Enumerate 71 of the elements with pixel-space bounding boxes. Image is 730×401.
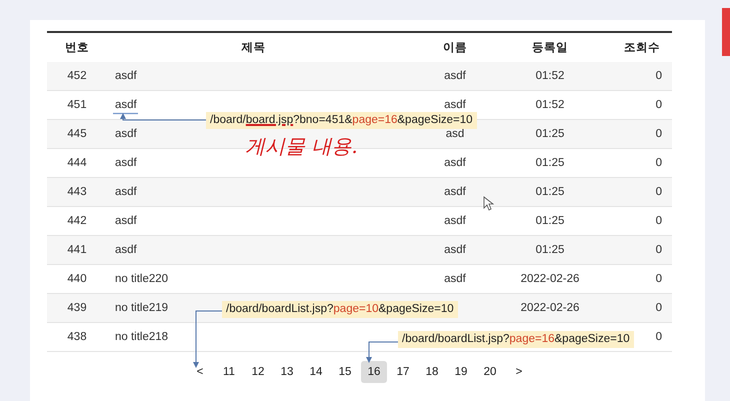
table-cell: 440 xyxy=(67,273,87,285)
page-button[interactable]: 13 xyxy=(274,361,300,383)
page-button[interactable]: 12 xyxy=(245,361,271,383)
url-callout: /board/boardList.jsp?page=10&pageSize=10 xyxy=(222,301,458,318)
table-cell: 0 xyxy=(656,273,662,285)
column-header: 번호 xyxy=(64,41,90,55)
table-cell: 0 xyxy=(656,244,662,256)
table-cell: asd xyxy=(446,128,464,140)
page-button[interactable]: 14 xyxy=(303,361,329,383)
page-button[interactable]: 15 xyxy=(332,361,358,383)
table-cell: asdf xyxy=(444,99,466,111)
table-cell: 01:52 xyxy=(536,70,564,82)
url-callout: /board/boardList.jsp?page=16&pageSize=10 xyxy=(398,331,634,348)
table-cell: asdf xyxy=(444,273,466,285)
post-title[interactable]: asdf xyxy=(115,70,137,82)
post-title[interactable]: asdf xyxy=(115,186,137,198)
table-cell: 01:25 xyxy=(536,186,564,198)
table-cell: 451 xyxy=(67,99,87,111)
table-cell: 0 xyxy=(656,186,662,198)
table-cell: 0 xyxy=(656,331,662,343)
page-button[interactable]: 20 xyxy=(477,361,503,383)
table-cell: asdf xyxy=(444,186,466,198)
post-title[interactable]: asdf xyxy=(115,99,137,111)
table-cell: 0 xyxy=(656,128,662,140)
column-header: 이름 xyxy=(442,41,468,55)
post-title[interactable]: asdf xyxy=(115,157,137,169)
handwritten-note: 게시물 내용. xyxy=(245,133,358,160)
table-cell: asdf xyxy=(444,70,466,82)
table-cell: 0 xyxy=(656,70,662,82)
page-button[interactable]: 11 xyxy=(216,361,242,383)
column-header: 등록일 xyxy=(531,41,569,55)
previous-button[interactable]: < xyxy=(187,361,213,383)
table-cell: 2022-02-26 xyxy=(520,273,580,285)
table-cell: asdf xyxy=(444,215,466,227)
post-title[interactable]: asdf xyxy=(115,128,137,140)
post-title[interactable]: asdf xyxy=(115,215,137,227)
table-cell: 452 xyxy=(67,70,87,82)
table-cell: 01:25 xyxy=(536,128,564,140)
table-cell: 2022-02-26 xyxy=(520,302,580,314)
underline-mark xyxy=(113,112,138,114)
table-cell: 0 xyxy=(656,99,662,111)
column-header: 조회수 xyxy=(623,41,661,55)
table-cell: 445 xyxy=(67,128,87,140)
table-cell: 443 xyxy=(67,186,87,198)
table-cell: 0 xyxy=(656,215,662,227)
page-button[interactable]: 18 xyxy=(419,361,445,383)
post-title[interactable]: no title220 xyxy=(115,273,168,285)
next-button[interactable]: > xyxy=(506,361,532,383)
column-header: 제목 xyxy=(240,41,266,55)
table-cell: 0 xyxy=(656,302,662,314)
table-cell: 441 xyxy=(67,244,87,256)
post-title[interactable]: no title219 xyxy=(115,302,168,314)
table-cell: 0 xyxy=(656,157,662,169)
table-cell: 01:52 xyxy=(536,99,564,111)
table-cell: asdf xyxy=(444,157,466,169)
table-cell: 01:25 xyxy=(536,157,564,169)
leader-line xyxy=(193,310,222,368)
table-cell: 444 xyxy=(67,157,87,169)
table-cell: asdf xyxy=(444,244,466,256)
leader-line xyxy=(366,342,398,363)
table-cell: 01:25 xyxy=(536,244,564,256)
post-title[interactable]: asdf xyxy=(115,244,137,256)
page-button[interactable]: 19 xyxy=(448,361,474,383)
table-cell: 439 xyxy=(67,302,87,314)
post-title[interactable]: no title218 xyxy=(115,331,168,343)
table-cell: 01:25 xyxy=(536,215,564,227)
page-button[interactable]: 16 xyxy=(361,361,387,383)
page-button[interactable]: 17 xyxy=(390,361,416,383)
table-cell: 442 xyxy=(67,215,87,227)
url-callout: /board/board.jsp?bno=451&page=16&pageSize=10 xyxy=(206,112,477,129)
table-cell: 438 xyxy=(67,331,87,343)
